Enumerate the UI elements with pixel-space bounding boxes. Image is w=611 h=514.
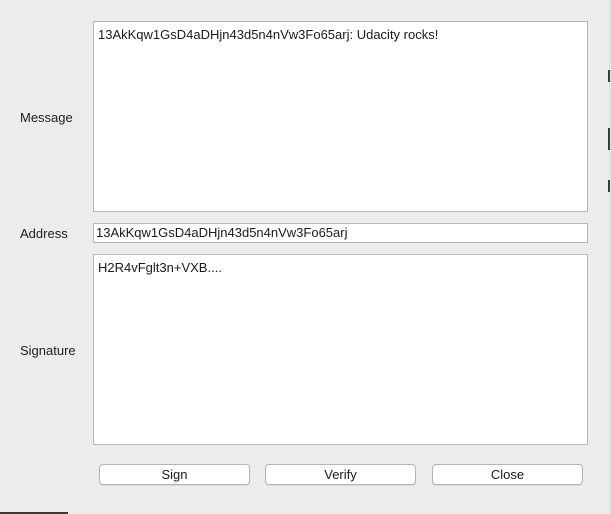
address-input[interactable]: 13AkKqw1GsD4aDHjn43d5n4nVw3Fo65arj	[93, 223, 588, 243]
edge-mark-middle	[608, 128, 610, 150]
address-label: Address	[20, 226, 68, 241]
address-text: 13AkKqw1GsD4aDHjn43d5n4nVw3Fo65arj	[96, 225, 348, 240]
signature-text: H2R4vFglt3n+VXB....	[98, 260, 222, 275]
edge-mark-bottom	[608, 180, 610, 192]
edge-mark-top	[608, 70, 610, 82]
verify-button[interactable]: Verify	[265, 464, 416, 485]
sign-verify-dialog: Message 13AkKqw1GsD4aDHjn43d5n4nVw3Fo65a…	[0, 0, 611, 514]
close-button[interactable]: Close	[432, 464, 583, 485]
signature-label: Signature	[20, 343, 76, 358]
sign-button[interactable]: Sign	[99, 464, 250, 485]
message-textarea[interactable]: 13AkKqw1GsD4aDHjn43d5n4nVw3Fo65arj: Udac…	[93, 21, 588, 212]
message-label: Message	[20, 110, 73, 125]
signature-textarea[interactable]: H2R4vFglt3n+VXB....	[93, 254, 588, 445]
message-text: 13AkKqw1GsD4aDHjn43d5n4nVw3Fo65arj: Udac…	[98, 27, 439, 42]
